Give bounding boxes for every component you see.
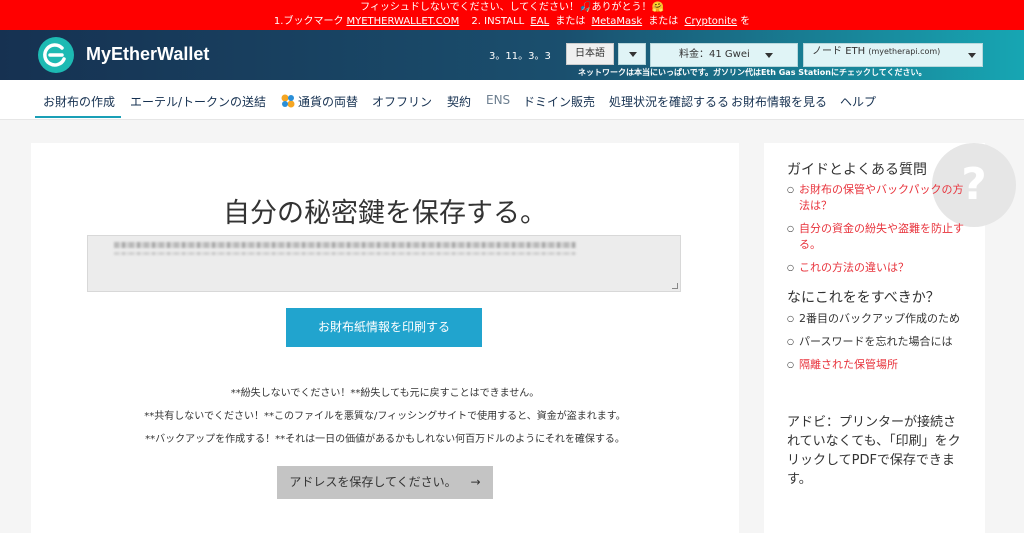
node-selector-dropdown[interactable]: ノード ETH (myetherapi.com) xyxy=(803,43,983,67)
tab-contracts[interactable]: 契約 xyxy=(447,93,471,110)
tab-send-ether-tokens[interactable]: エーテル/トークンの送結 xyxy=(130,93,266,110)
tab-check-tx-status[interactable]: 処理状況を確認するる xyxy=(609,93,729,110)
faq-heading: ガイドとよくある質問 xyxy=(787,162,927,178)
tab-swap-label: 通貨の両替 xyxy=(298,95,359,109)
node-label: ノード xyxy=(812,46,842,57)
chevron-down-icon xyxy=(629,52,637,57)
blurred-private-key xyxy=(114,242,576,248)
language-selector[interactable]: 日本語 xyxy=(566,43,614,65)
tab-swap[interactable]: 通貨の両替 xyxy=(281,93,358,110)
alert-line-1: フィッシュドしないでください、してください！🎣ありがとう！🤗 xyxy=(360,2,664,13)
alert-install-text: 2. INSTALL EAL または MetaMask または Cryptoni… xyxy=(471,16,751,27)
todo-cold-storage-link[interactable]: 隔離された保管場所 xyxy=(787,357,965,373)
tab-domain-sale[interactable]: ドミイン販売 xyxy=(523,93,595,110)
logo-text[interactable]: MyEtherWallet xyxy=(86,44,209,65)
tab-offline[interactable]: オフフリン xyxy=(372,93,432,110)
phishing-alert-bar: フィッシュドしないでください、してください！🎣ありがとう！🤗 1.ブックマーク M… xyxy=(0,0,1024,30)
tab-ens[interactable]: ENS xyxy=(486,93,510,107)
mew-logo-icon[interactable] xyxy=(38,37,74,73)
todo-heading: なにこれををすべきか？ xyxy=(787,290,940,306)
blurred-private-key-shadow xyxy=(114,252,576,255)
private-key-textarea[interactable] xyxy=(87,235,681,292)
chevron-down-icon xyxy=(968,53,976,58)
warning-dont-share: **共有しないでください！**このファイルを悪質な/フィッシングサイトで使用する… xyxy=(144,411,626,422)
todo-forgot-password: パースワードを忘れた場合には xyxy=(787,334,965,350)
tab-generate-wallet[interactable]: お財布の作成 xyxy=(43,93,115,110)
alert-bookmark-text: 1.ブックマーク MYETHERWALLET.COM xyxy=(273,16,460,27)
faq-link-differences[interactable]: これの方法の違いは？ xyxy=(787,260,965,276)
alert-line-2: 1.ブックマーク MYETHERWALLET.COM 2. INSTALL EAL… xyxy=(0,15,1024,29)
network-congestion-note: ネットワークは本当にいっぱいです。ガソリン代はEth Gas Stationにチ… xyxy=(578,68,927,77)
active-tab-underline xyxy=(35,116,121,118)
version-number: 3。11。3。3 xyxy=(489,51,551,62)
gas-price-dropdown[interactable]: 料金：41 Gwei xyxy=(650,43,798,67)
warning-make-backup: **バックアップを作成する！**それは一日の価値があるかもしれない何百万ドルのよ… xyxy=(145,434,625,445)
warning-dont-lose: **紛失しないでください！**紛失しても元に戻すことはできません。 xyxy=(230,388,540,399)
tab-help[interactable]: ヘルプ xyxy=(840,93,876,110)
alert-cryptonite-link[interactable]: Cryptonite xyxy=(685,16,738,27)
swap-icon xyxy=(281,94,295,108)
todo-list: 2番目のバックアップ作成のため パースワードを忘れた場合には 隔離された保管場所 xyxy=(787,311,965,380)
resize-handle-icon[interactable] xyxy=(672,283,678,289)
node-network: ETH xyxy=(845,46,866,57)
print-paper-wallet-button[interactable]: お財布紙情報を印刷する xyxy=(286,308,482,347)
faq-link-backup[interactable]: お財布の保管やバックパックの方法は？ xyxy=(787,182,965,214)
alert-site-link[interactable]: MYETHERWALLET.COM xyxy=(346,16,459,27)
save-address-button[interactable]: アドレスを保存してください。 → xyxy=(277,466,493,499)
node-provider: (myetherapi.com) xyxy=(868,47,941,56)
print-pdf-tip: アドビ：プリンターが接続されていなくても、「印刷」をクリックしてPDFで保存でき… xyxy=(787,415,961,487)
top-header: MyEtherWallet 3。11。3。3 日本語 料金：41 Gwei ノー… xyxy=(0,30,1024,80)
faq-link-protect[interactable]: 自分の資金の紛失や盗難を防止する。 xyxy=(787,221,965,253)
faq-list: お財布の保管やバックパックの方法は？ 自分の資金の紛失や盗難を防止する。 これの… xyxy=(787,182,965,283)
page-title: 自分の秘密鍵を保存する。 xyxy=(223,198,547,229)
todo-second-backup: 2番目のバックアップ作成のため xyxy=(787,311,965,327)
main-panel: 自分の秘密鍵を保存する。 お財布紙情報を印刷する **紛失しないでください！**… xyxy=(31,143,739,533)
main-nav: お財布の作成 エーテル/トークンの送結 通貨の両替 オフフリン 契約 ENS ド… xyxy=(0,80,1024,120)
tab-view-wallet-info[interactable]: お財布情報を見る xyxy=(731,93,827,110)
alert-eal-link[interactable]: EAL xyxy=(530,16,549,27)
arrow-right-icon: → xyxy=(470,475,481,489)
save-address-label: アドレスを保存してください。 xyxy=(289,475,457,489)
alert-metamask-link[interactable]: MetaMask xyxy=(592,16,643,27)
gas-price-label: 料金：41 Gwei xyxy=(679,49,750,60)
help-sidebar: ? ガイドとよくある質問 お財布の保管やバックパックの方法は？ 自分の資金の紛失… xyxy=(764,143,1016,533)
language-dropdown-button[interactable] xyxy=(618,43,646,65)
chevron-down-icon xyxy=(765,53,773,58)
